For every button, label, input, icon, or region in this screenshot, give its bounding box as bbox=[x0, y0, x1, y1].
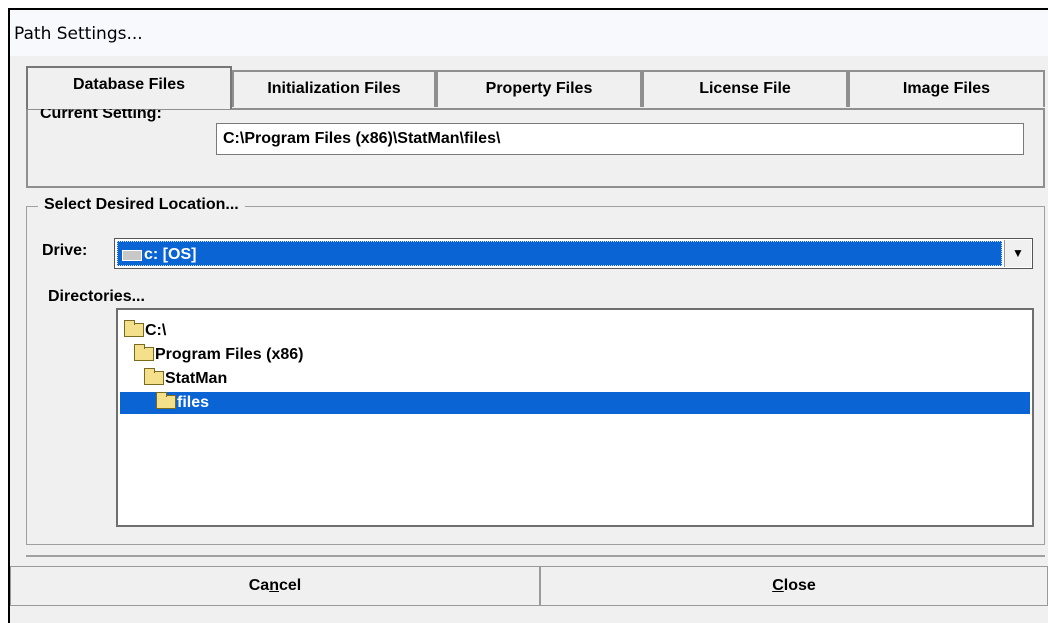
open-folder-icon bbox=[134, 344, 154, 361]
directory-item-files[interactable]: files bbox=[120, 392, 1030, 414]
directory-item-program-files[interactable]: Program Files (x86) bbox=[134, 344, 304, 366]
current-setting-field[interactable]: C:\Program Files (x86)\StatMan\files\ bbox=[216, 123, 1024, 155]
title-bar: Path Settings... bbox=[10, 10, 1048, 56]
separator bbox=[26, 555, 1045, 557]
drive-label: Drive: bbox=[42, 242, 88, 259]
directory-item-statman[interactable]: StatMan bbox=[144, 368, 227, 390]
directory-item-root[interactable]: C:\ bbox=[124, 320, 166, 342]
open-folder-icon bbox=[124, 320, 144, 337]
directory-name: Program Files (x86) bbox=[155, 346, 304, 363]
drive-selected-value[interactable]: c: [OS] bbox=[117, 241, 1002, 266]
window-title: Path Settings... bbox=[14, 24, 143, 44]
directory-name: files bbox=[177, 394, 210, 411]
select-location-legend: Select Desired Location... bbox=[38, 196, 245, 214]
directory-name: StatMan bbox=[165, 370, 228, 387]
drive-select[interactable]: c: [OS] ▼ bbox=[114, 238, 1033, 269]
close-button[interactable]: Close bbox=[540, 566, 1048, 606]
path-settings-window: Path Settings... Database Files Initiali… bbox=[8, 8, 1048, 623]
tab-image-files[interactable]: Image Files bbox=[848, 70, 1045, 107]
cancel-label-post: cel bbox=[278, 577, 302, 594]
drive-icon bbox=[122, 250, 142, 261]
tab-property-files[interactable]: Property Files bbox=[436, 70, 642, 107]
cancel-label-mnemonic: n bbox=[269, 577, 279, 594]
tab-license-file[interactable]: License File bbox=[642, 70, 848, 107]
close-label-mnemonic: C bbox=[772, 577, 784, 594]
close-label-post: lose bbox=[783, 577, 816, 594]
tab-database-files[interactable]: Database Files bbox=[26, 66, 232, 109]
tab-initialization-files[interactable]: Initialization Files bbox=[232, 70, 436, 107]
open-folder-icon bbox=[156, 392, 176, 409]
drive-value-text: c: [OS] bbox=[144, 246, 197, 263]
dropdown-arrow-icon[interactable]: ▼ bbox=[1004, 240, 1031, 267]
cancel-label-pre: Ca bbox=[248, 577, 270, 594]
cancel-button[interactable]: Cancel bbox=[10, 566, 540, 606]
directory-name: C:\ bbox=[145, 322, 167, 339]
open-folder-icon bbox=[144, 368, 164, 385]
directories-list[interactable]: C:\ Program Files (x86) StatMan files bbox=[116, 308, 1034, 527]
directories-label: Directories... bbox=[48, 288, 145, 305]
